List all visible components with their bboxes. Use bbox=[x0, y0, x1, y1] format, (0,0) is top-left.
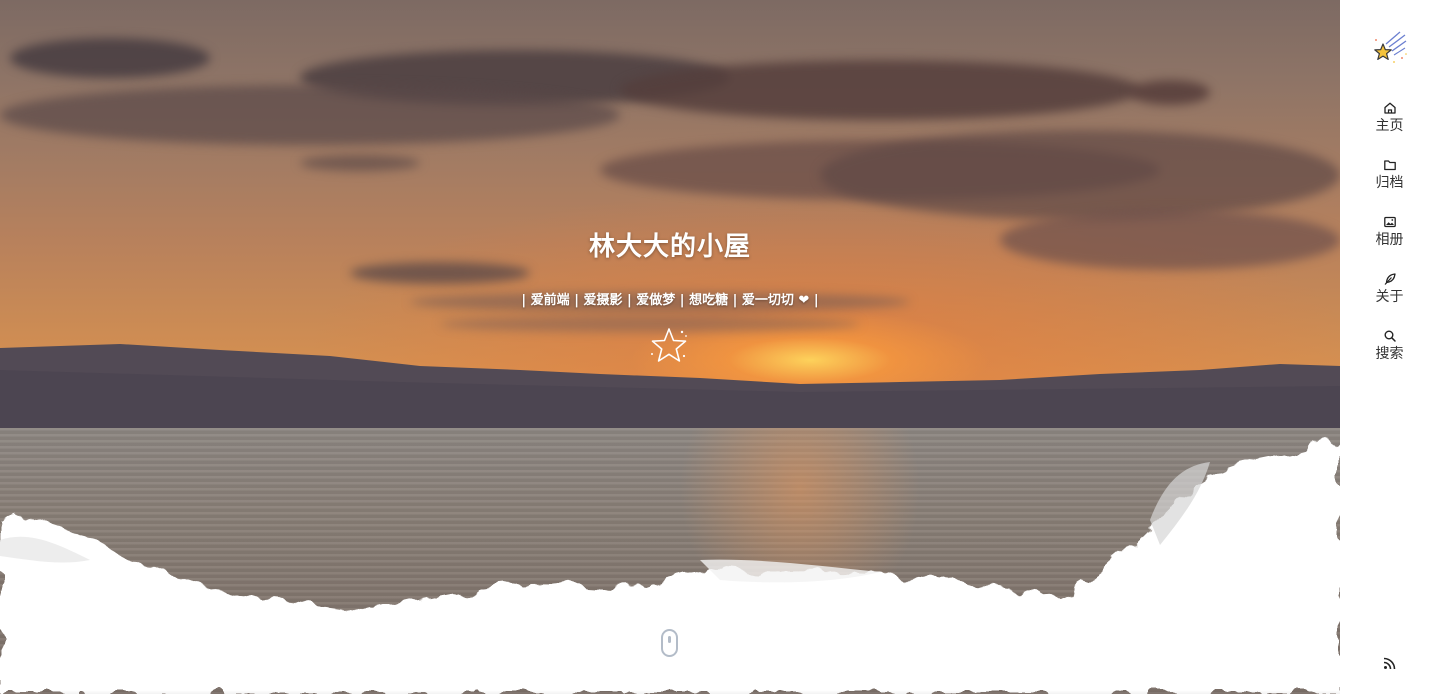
feather-icon bbox=[1384, 273, 1396, 285]
right-sidebar: 主页 归档 相册 关于 搜索 bbox=[1340, 0, 1439, 694]
hero-banner: 林大大的小屋 | 爱前端 | 爱摄影 | 爱做梦 | 想吃糖 | 爱一切切 ❤ … bbox=[0, 0, 1340, 694]
sidebar-item-label: 主页 bbox=[1375, 118, 1404, 134]
sidebar-item-label: 关于 bbox=[1375, 289, 1404, 305]
star-icon bbox=[651, 328, 687, 362]
content-edge-shadow bbox=[40, 690, 1340, 694]
sidebar-item-label: 相册 bbox=[1375, 232, 1404, 248]
image-icon bbox=[1383, 216, 1396, 228]
sidebar-nav: 主页 归档 相册 关于 搜索 bbox=[1340, 101, 1439, 386]
site-subtitle: | 爱前端 | 爱摄影 | 爱做梦 | 想吃糖 | 爱一切切 ❤ | bbox=[521, 293, 819, 308]
sidebar-item-about[interactable]: 关于 bbox=[1340, 272, 1439, 329]
sidebar-item-label: 归档 bbox=[1375, 175, 1404, 191]
sidebar-item-home[interactable]: 主页 bbox=[1340, 101, 1439, 158]
search-icon bbox=[1384, 330, 1396, 342]
sidebar-item-album[interactable]: 相册 bbox=[1340, 215, 1439, 272]
page: 林大大的小屋 | 爱前端 | 爱摄影 | 爱做梦 | 想吃糖 | 爱一切切 ❤ … bbox=[0, 0, 1439, 694]
mouse-scroll-icon[interactable] bbox=[661, 629, 678, 657]
folder-icon bbox=[1383, 160, 1396, 171]
sidebar-item-label: 搜索 bbox=[1375, 346, 1404, 362]
sidebar-item-archive[interactable]: 归档 bbox=[1340, 158, 1439, 215]
site-title: 林大大的小屋 bbox=[588, 232, 751, 262]
sidebar-item-search[interactable]: 搜索 bbox=[1340, 329, 1439, 386]
mouse-wheel bbox=[668, 636, 671, 643]
rss-icon[interactable] bbox=[1383, 657, 1396, 670]
home-icon bbox=[1383, 102, 1396, 114]
shooting-star-logo[interactable] bbox=[1372, 30, 1408, 66]
